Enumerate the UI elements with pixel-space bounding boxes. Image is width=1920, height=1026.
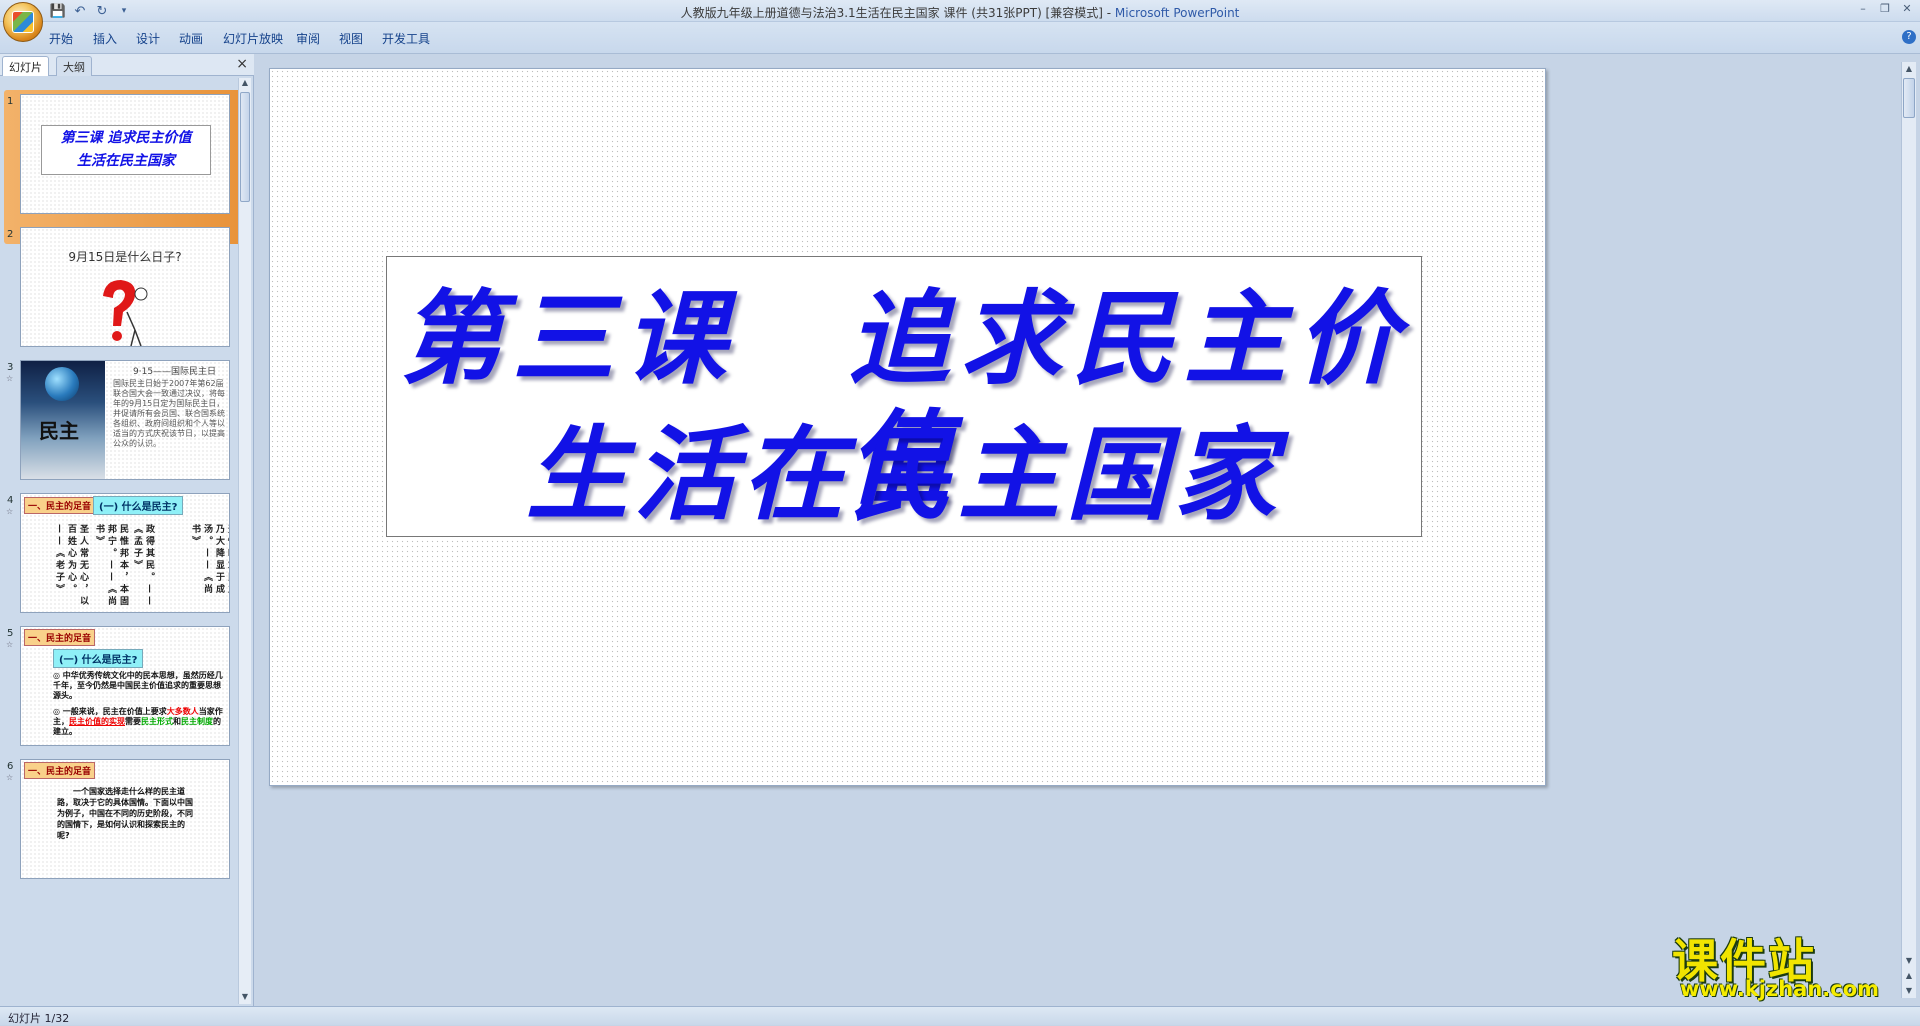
next-slide-icon[interactable]: ▼ [1902,984,1916,998]
window-controls: – ❐ ✕ [1856,2,1914,16]
quote-column: 圣人常无心，以百姓心为心。——《老子》 [54,524,88,608]
poster-title: 民主 [39,419,79,443]
office-logo-icon [12,11,34,33]
restore-icon[interactable]: ❐ [1878,2,1892,16]
tab-outline[interactable]: 大纲 [56,56,92,76]
scroll-up-icon[interactable]: ▲ [1902,62,1916,76]
title-textbox[interactable]: 第三课 追求民主价值 生活在民主国家 [386,256,1422,537]
slide-number: 5 [7,628,14,639]
slide-scrollbar[interactable]: ▲ ▼ ▲ ▼ [1901,62,1916,998]
thumb-title-box: 第三课 追求民主价值 生活在民主国家 [41,125,211,175]
note-icon: ☆ [6,640,14,649]
minimize-icon[interactable]: – [1856,2,1870,16]
thumb-3-title: 9·15——国际民主日 [133,367,217,377]
thumb-question: 9月15日是什么日子? [68,250,182,264]
thumbnail-list: 1 第三课 追求民主价值 生活在民主国家 2 9月15日是什么日子? 3 ☆ 民… [0,77,238,1006]
section-tag: 一、民主的足音 [24,497,96,514]
thumb-title-line2: 生活在民主国家 [77,153,175,169]
slide-number: 3 [7,362,14,373]
note-icon: ☆ [6,374,14,383]
slides-pane: 幻灯片 大纲 × 1 第三课 追求民主价值 生活在民主国家 2 9月15日是什么… [0,54,254,1006]
note-icon: ☆ [6,507,14,516]
thumb-5-para1: ◎ 中华优秀传统文化中的民本思想，虽然历经几千年，至今仍然是中国民主价值追求的重… [53,671,223,700]
question-mark-figure-icon [103,280,148,346]
scroll-thumb[interactable] [1903,78,1915,118]
help-icon[interactable]: ? [1902,30,1916,44]
status-bar: 幻灯片 1/32 [0,1006,1920,1025]
slide-editing-area: 第三课 追求民主价值 生活在民主国家 ▲ ▼ ▲ ▼ [255,54,1920,1006]
subsection-tag: (一) 什么是民主? [93,496,184,515]
slide-number: 6 [7,761,14,772]
office-button[interactable] [3,2,43,42]
thumb-title-line1: 第三课 追求民主价值 [60,130,192,146]
thumb-5-para2: ◎ 一般来说，民主在价值上要求大多数人当家作主，民主价值的实现需要民主形式和民主… [53,707,225,737]
current-slide[interactable]: 第三课 追求民主价值 生活在民主国家 [269,68,1546,786]
text-run: 民主制度 [181,717,213,726]
document-title: 人教版九年级上册道德与法治3.1生活在民主国家 课件 (共31张PPT) [兼容… [680,6,1115,20]
site-watermark: 课件站 www.kjzhan.com [1672,925,1902,1005]
tab-review[interactable]: 审阅 [296,30,320,47]
ribbon-tabs: 开始 插入 设计 动画 幻灯片放映 审阅 视图 开发工具 ? [0,22,1920,54]
slide-thumbnail-5[interactable]: 一、民主的足音 (一) 什么是民主? ◎ 中华优秀传统文化中的民本思想，虽然历经… [20,626,230,746]
text-run: 民主形式 [141,717,173,726]
tab-view[interactable]: 视图 [339,30,363,47]
note-icon: ☆ [6,773,14,782]
slide-counter: 幻灯片 1/32 [8,1012,70,1025]
subsection-tag: (一) 什么是民主? [53,649,144,668]
close-icon[interactable]: ✕ [1900,2,1914,16]
thumbnail-scrollbar[interactable]: ▲ ▼ [238,78,251,1004]
democracy-poster-image: 民主 [21,361,105,479]
section-tag: 一、民主的足音 [24,762,96,779]
slide-title-line2: 生活在民主国家 [526,415,1282,535]
quote-column: 天惟时求民主，乃大降显于成汤。——《尚书》 [190,524,229,608]
tab-home[interactable]: 开始 [49,30,73,47]
section-tag: 一、民主的足音 [24,629,96,646]
slide-thumbnail-1[interactable]: 第三课 追求民主价值 生活在民主国家 [20,94,230,214]
text-run: 需要 [125,717,141,726]
thumb-3-body: 国际民主日始于2007年第62届联合国大会一致通过决议，将每年的9月15日定为国… [113,379,225,448]
slide-thumbnail-6[interactable]: 一、民主的足音 一个国家选择走什么样的民主道路，取决于它的具体国情。下面以中国为… [20,759,230,879]
tab-slideshow[interactable]: 幻灯片放映 [223,30,283,47]
tab-insert[interactable]: 插入 [93,30,117,47]
slide-thumbnail-3[interactable]: 民主 9·15——国际民主日 国际民主日始于2007年第62届联合国大会一致通过… [20,360,230,480]
quote-column: 民惟邦本，本固邦宁。——《尚书》 [94,524,128,608]
scroll-up-icon[interactable]: ▲ [239,78,251,90]
globe-icon [45,367,79,401]
scroll-down-icon[interactable]: ▼ [239,992,251,1004]
tab-developer[interactable]: 开发工具 [382,30,430,47]
tab-animations[interactable]: 动画 [179,30,203,47]
text-run: 民主价值的实现 [69,717,125,726]
text-run: ◎ 一般来说，民主在价值上要求 [53,707,167,716]
thumb-6-body: 一个国家选择走什么样的民主道路，取决于它的具体国情。下面以中国为例子，中国在不同… [57,787,193,840]
app-name: Microsoft PowerPoint [1114,6,1240,20]
slide-number: 2 [7,229,14,240]
tab-slides[interactable]: 幻灯片 [2,56,49,76]
slide-thumbnail-2[interactable]: 9月15日是什么日子? [20,227,230,347]
slide-number: 1 [7,96,14,107]
window-title: 人教版九年级上册道德与法治3.1生活在民主国家 课件 (共31张PPT) [兼容… [0,4,1920,21]
slide-number: 4 [7,495,14,506]
slide-thumbnail-4[interactable]: 一、民主的足音 (一) 什么是民主? 天惟时求民主，乃大降显于成汤。——《尚书》… [20,493,230,613]
pane-close-icon[interactable]: × [236,56,248,72]
quote-column: 政得其民。——《孟子》 [132,524,154,608]
text-run: 和 [173,717,181,726]
scroll-down-icon[interactable]: ▼ [1902,954,1916,968]
tab-design[interactable]: 设计 [136,30,160,47]
pane-tabs: 幻灯片 大纲 × [0,54,254,76]
watermark-url: www.kjzhan.com [1680,977,1880,1001]
title-bar: 💾 ↶ ↻ ▾ 人教版九年级上册道德与法治3.1生活在民主国家 课件 (共31张… [0,0,1920,22]
previous-slide-icon[interactable]: ▲ [1902,969,1916,983]
scroll-thumb[interactable] [240,92,250,202]
text-run: 大多数人 [166,707,199,716]
